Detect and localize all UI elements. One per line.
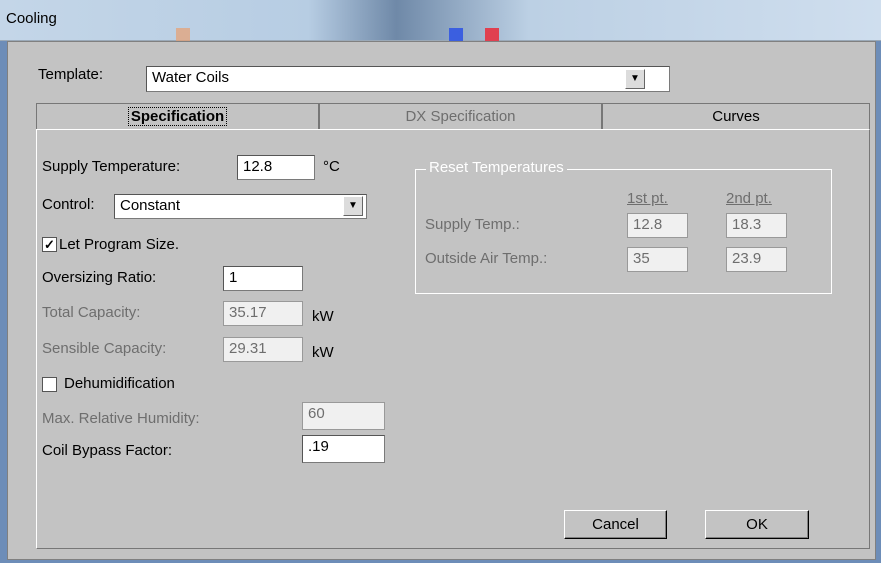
reset-oat-2nd-input[interactable]: 23.9 bbox=[726, 247, 787, 272]
reset-col1-header: 1st pt. bbox=[627, 190, 668, 207]
sensible-capacity-input[interactable]: 29.31 bbox=[223, 337, 303, 362]
supply-temp-label: Supply Temperature: bbox=[42, 158, 181, 175]
tab-curves-label: Curves bbox=[712, 108, 760, 125]
total-capacity-input[interactable]: 35.17 bbox=[223, 301, 303, 326]
let-program-size-checkbox[interactable]: ✓ bbox=[42, 237, 57, 252]
window-frame: Template: Water Coils ▼ Specification DX… bbox=[0, 41, 881, 563]
template-label: Template: bbox=[38, 66, 104, 83]
window-title: Cooling bbox=[6, 10, 57, 27]
dehumidification-checkbox[interactable] bbox=[42, 377, 57, 392]
reset-supply-2nd-input[interactable]: 18.3 bbox=[726, 213, 787, 238]
template-dropdown-icon[interactable]: ▼ bbox=[625, 69, 645, 89]
reset-supply-label: Supply Temp.: bbox=[425, 216, 520, 233]
max-rh-input[interactable]: 60 bbox=[302, 402, 385, 430]
tab-dx-specification[interactable]: DX Specification bbox=[319, 103, 602, 130]
reset-oat-1st-input[interactable]: 35 bbox=[627, 247, 688, 272]
reset-supply-1st-input[interactable]: 12.8 bbox=[627, 213, 688, 238]
title-bar[interactable]: Cooling bbox=[0, 0, 881, 41]
control-label: Control: bbox=[42, 196, 95, 213]
tab-specification-label: Specification bbox=[127, 107, 228, 126]
tab-dx-specification-label: DX Specification bbox=[405, 108, 516, 125]
bypass-label: Coil Bypass Factor: bbox=[42, 442, 173, 459]
checkmark-icon: ✓ bbox=[44, 237, 55, 252]
dialog-client-area: Template: Water Coils ▼ Specification DX… bbox=[7, 41, 876, 560]
total-capacity-unit: kW bbox=[312, 308, 334, 325]
title-decor bbox=[176, 28, 190, 41]
total-capacity-label: Total Capacity: bbox=[42, 304, 141, 321]
reset-col2-header: 2nd pt. bbox=[726, 190, 772, 207]
template-value: Water Coils bbox=[152, 69, 229, 86]
tab-specification[interactable]: Specification bbox=[36, 103, 319, 130]
max-rh-label: Max. Relative Humidity: bbox=[42, 410, 200, 427]
control-dropdown-icon[interactable]: ▼ bbox=[343, 196, 363, 216]
sensible-capacity-unit: kW bbox=[312, 344, 334, 361]
template-combobox[interactable]: Water Coils ▼ bbox=[146, 66, 670, 92]
oversizing-label: Oversizing Ratio: bbox=[42, 269, 157, 286]
reset-temperatures-title: Reset Temperatures bbox=[426, 159, 567, 176]
title-decor bbox=[449, 28, 463, 41]
bypass-input[interactable]: .19 bbox=[302, 435, 385, 463]
cancel-button[interactable]: Cancel bbox=[564, 510, 667, 539]
reset-oat-label: Outside Air Temp.: bbox=[425, 250, 548, 267]
oversizing-input[interactable]: 1 bbox=[223, 266, 303, 291]
title-decor bbox=[485, 28, 499, 41]
sensible-capacity-label: Sensible Capacity: bbox=[42, 340, 167, 357]
supply-temp-input[interactable]: 12.8 bbox=[237, 155, 315, 180]
control-combobox[interactable]: Constant ▼ bbox=[114, 194, 367, 219]
tab-curves[interactable]: Curves bbox=[602, 103, 870, 130]
control-value: Constant bbox=[120, 197, 181, 214]
dehumidification-label: Dehumidification bbox=[64, 375, 175, 392]
ok-button[interactable]: OK bbox=[705, 510, 809, 539]
supply-temp-unit: °C bbox=[323, 158, 340, 175]
let-program-size-label: Let Program Size. bbox=[59, 236, 180, 253]
